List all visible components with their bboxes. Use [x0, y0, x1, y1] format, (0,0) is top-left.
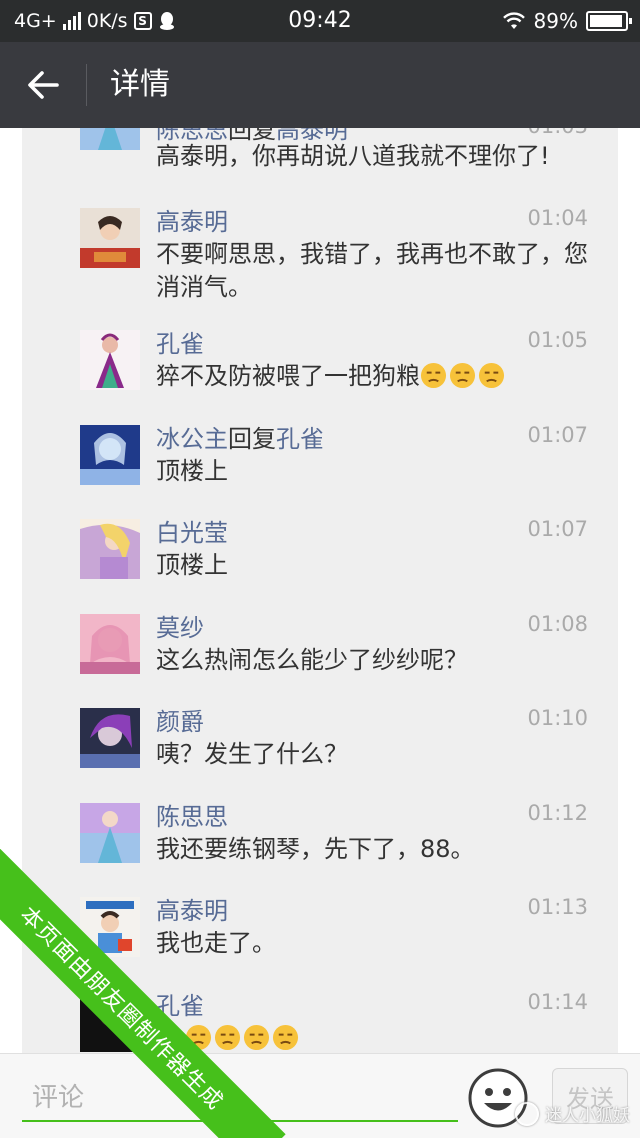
watermark-text: 迷人小狐妖 [545, 1106, 630, 1126]
comment-text: 高泰明，你再胡说八道我就不理你了! [156, 142, 550, 170]
comment-text: 猝不及防被喂了一把狗粮 [156, 360, 596, 393]
comment-time: 01:10 [527, 706, 588, 730]
comment-text: 这么热闹怎么能少了纱纱呢？ [156, 646, 468, 674]
avatar[interactable] [80, 128, 140, 150]
reply-to-name[interactable]: 孔雀 [276, 425, 324, 453]
comment-text: 我也走了。 [156, 929, 276, 957]
author-name[interactable]: 冰公主 [156, 425, 228, 453]
title-bar: 详情 [0, 42, 640, 128]
unamused-emoji-icon [478, 362, 505, 389]
comment-text-content: 猝不及防被喂了一把狗粮 [156, 362, 420, 390]
content-area: 陈思思回复高泰明 01:03 高泰明，你再胡说八道我就不理你了! 高泰明 01:… [0, 128, 640, 1053]
comment-author[interactable]: 莫纱 [156, 608, 204, 643]
comment-time: 01:04 [527, 206, 588, 230]
back-arrow-icon [28, 71, 59, 99]
battery-icon [586, 11, 632, 31]
avatar[interactable] [80, 208, 140, 268]
status-right: 89% [502, 0, 632, 42]
comment-time: 01:07 [527, 423, 588, 447]
comment-text: 顶楼上 [156, 457, 228, 485]
page: 4G+ 0K/s S 09:42 89% 详情 陈思思回复高泰明 高泰明，你再胡… [0, 0, 640, 1138]
avatar[interactable] [80, 803, 140, 863]
comment-text: 咦？发生了什么？ [156, 740, 348, 768]
unamused-emoji-icon [449, 362, 476, 389]
comment-time: 01:03 [527, 128, 588, 138]
comment-list[interactable]: 陈思思回复高泰明 01:03 高泰明，你再胡说八道我就不理你了! 高泰明 01:… [22, 128, 618, 1053]
comment-time: 01:14 [527, 990, 588, 1014]
back-button[interactable] [18, 60, 68, 110]
comment-author[interactable]: 冰公主回复孔雀 [156, 419, 324, 454]
watermark: 迷人小狐妖 [515, 1101, 630, 1126]
avatar[interactable] [80, 614, 140, 674]
comment-text: 我还要练钢琴，先下了，88。 [156, 835, 475, 863]
comment-author[interactable]: 孔雀 [156, 324, 204, 359]
comment-text [156, 1022, 596, 1053]
unamused-emoji-icon [243, 1024, 270, 1051]
avatar[interactable] [80, 708, 140, 768]
unamused-emoji-icon [420, 362, 447, 389]
comment-author[interactable]: 颜爵 [156, 702, 204, 737]
wifi-icon [502, 12, 525, 29]
comment-time: 01:07 [527, 517, 588, 541]
comment-author[interactable]: 高泰明 [156, 891, 228, 926]
battery-percent: 89% [533, 9, 578, 33]
watermark-logo-icon [515, 1101, 539, 1126]
comment-time: 01:05 [527, 328, 588, 352]
avatar[interactable] [80, 330, 140, 390]
comment-time: 01:13 [527, 895, 588, 919]
avatar[interactable] [80, 425, 140, 485]
comment-author[interactable]: 陈思思 [156, 797, 228, 832]
title-divider [86, 64, 87, 106]
comment-text: 顶楼上 [156, 551, 228, 579]
comment-author[interactable]: 白光莹 [156, 513, 228, 548]
status-bar: 4G+ 0K/s S 09:42 89% [0, 0, 640, 42]
page-title: 详情 [110, 67, 170, 102]
unamused-emoji-icon [272, 1024, 299, 1051]
comment-time: 01:12 [527, 801, 588, 825]
comment-author[interactable]: 高泰明 [156, 202, 228, 237]
comment-time: 01:08 [527, 612, 588, 636]
reply-text: 回复 [228, 425, 276, 453]
comment-text: 不要啊思思，我错了，我再也不敢了，您消消气。 [156, 240, 588, 301]
avatar[interactable] [80, 519, 140, 579]
unamused-emoji-icon [214, 1024, 241, 1051]
